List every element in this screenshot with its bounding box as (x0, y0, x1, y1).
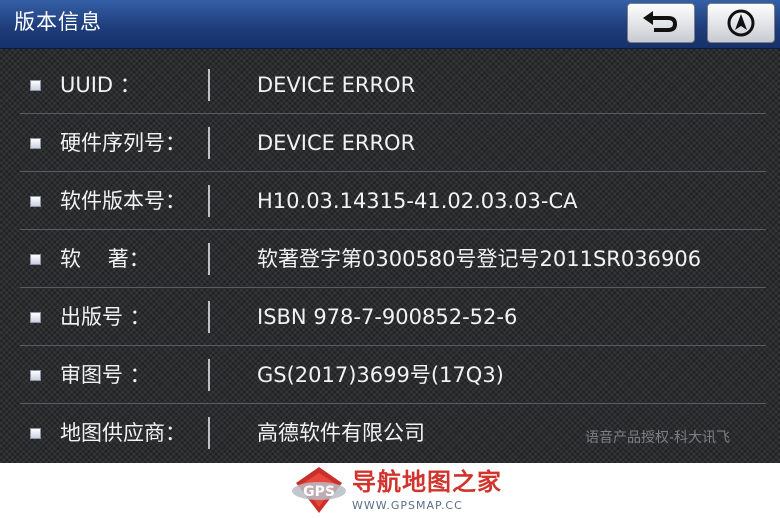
page-title: 版本信息 (14, 10, 102, 34)
voice-license-watermark: 语音产品授权-科大讯飞 (585, 430, 731, 446)
bullet-icon (30, 254, 41, 265)
column-divider (208, 301, 210, 333)
list-item-software-version: 软件版本号： H10.03.14315-41.02.03.03-CA (0, 172, 780, 230)
row-value: 软著登字第0300580号登记号2011SR036906 (257, 247, 702, 271)
row-label: 软 著： (60, 247, 150, 271)
row-value: 高德软件有限公司 (257, 421, 425, 445)
bullet-icon (30, 428, 41, 439)
row-label: 地图供应商： (60, 421, 186, 445)
site-url: WWW.GPSMAP.CC (352, 499, 463, 512)
list-item-uuid: UUID ： DEVICE ERROR (0, 56, 780, 114)
row-label: UUID ： (60, 73, 141, 97)
bullet-icon (30, 196, 41, 207)
site-name: 导航地图之家 (352, 468, 502, 496)
row-label: 软件版本号： (60, 189, 186, 213)
column-divider (208, 417, 210, 449)
list-item-hardware-serial: 硬件序列号： DEVICE ERROR (0, 114, 780, 172)
row-label: 出版号 ： (60, 305, 151, 329)
row-label: 硬件序列号： (60, 131, 186, 155)
site-footer: GPS 导航地图之家 WWW.GPSMAP.CC (0, 463, 780, 518)
row-label: 审图号 ： (60, 363, 151, 387)
row-value: DEVICE ERROR (257, 131, 416, 155)
row-value: ISBN 978-7-900852-52-6 (257, 305, 518, 329)
bullet-icon (30, 370, 41, 381)
list-item-publication-number: 出版号 ： ISBN 978-7-900852-52-6 (0, 288, 780, 346)
bullet-icon (30, 80, 41, 91)
column-divider (208, 185, 210, 217)
column-divider (208, 359, 210, 391)
column-divider (208, 127, 210, 159)
column-divider (208, 69, 210, 101)
row-value: GS(2017)3699号(17Q3) (257, 363, 504, 387)
version-info-screen: 版本信息 UUID ： DEVICE ERROR 硬件序列号： DEVICE E… (0, 0, 780, 463)
row-value: DEVICE ERROR (257, 73, 416, 97)
back-button[interactable] (627, 3, 695, 43)
title-bar: 版本信息 (0, 0, 780, 49)
bullet-icon (30, 138, 41, 149)
logo-lettering: GPS (303, 484, 335, 500)
bullet-icon (30, 312, 41, 323)
navigation-button[interactable] (707, 3, 775, 43)
navigation-icon (727, 9, 755, 37)
list-item-map-approval: 审图号 ： GS(2017)3699号(17Q3) (0, 346, 780, 404)
gps-logo-icon: GPS (292, 467, 346, 513)
row-value: H10.03.14315-41.02.03.03-CA (257, 189, 578, 213)
column-divider (208, 243, 210, 275)
list-item-copyright: 软 著： 软著登字第0300580号登记号2011SR036906 (0, 230, 780, 288)
return-arrow-icon (643, 11, 678, 32)
